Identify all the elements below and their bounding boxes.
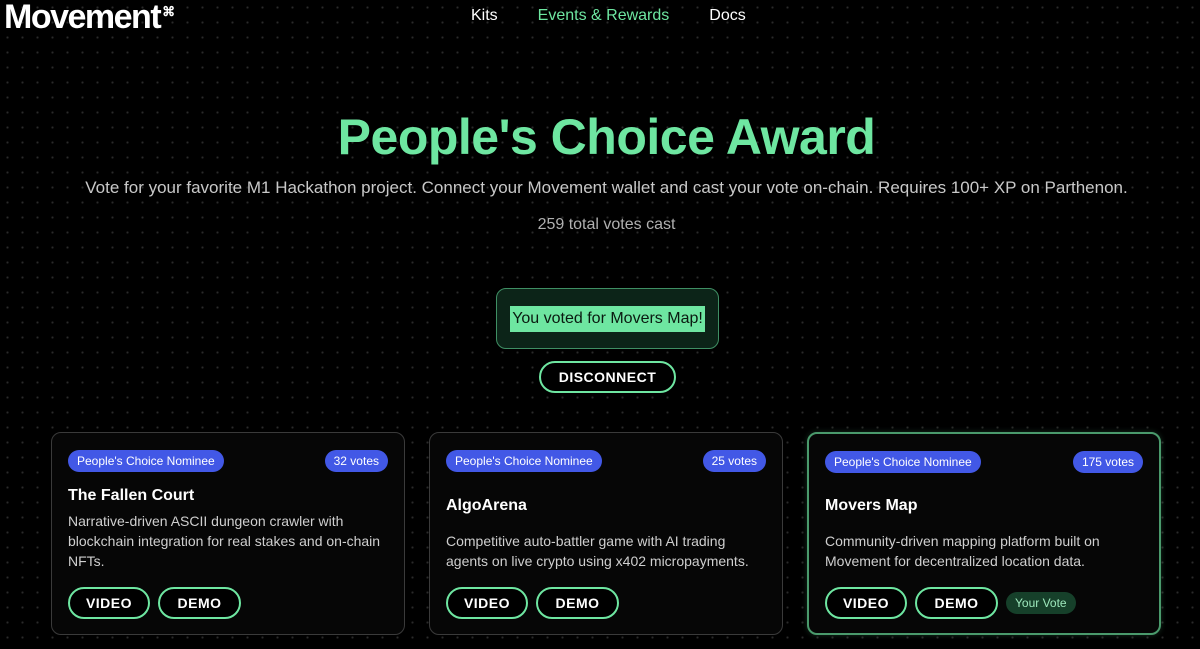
video-button[interactable]: VIDEO: [68, 587, 150, 619]
logo-mark-icon: ⌘: [162, 4, 176, 19]
nav-kits[interactable]: Kits: [471, 7, 498, 25]
vote-count-badge: 25 votes: [702, 450, 766, 472]
project-description: Community-driven mapping platform built …: [825, 533, 1100, 569]
total-votes-count: 259 total votes cast: [537, 216, 676, 233]
project-card-algoarena: People's Choice Nominee 25 votes AlgoAre…: [429, 432, 783, 635]
nominee-badge: People's Choice Nominee: [825, 451, 981, 473]
project-title: The Fallen Court: [68, 487, 195, 504]
demo-button[interactable]: DEMO: [536, 587, 619, 619]
movement-logo[interactable]: Movement ⌘: [4, 0, 175, 37]
vote-count-badge: 32 votes: [324, 450, 388, 472]
demo-button[interactable]: DEMO: [915, 587, 998, 619]
video-button[interactable]: VIDEO: [825, 587, 907, 619]
logo-text: Movement: [4, 0, 162, 36]
nominee-badge: People's Choice Nominee: [446, 450, 602, 472]
project-title: AlgoArena: [446, 497, 527, 514]
nominee-badge: People's Choice Nominee: [68, 450, 224, 472]
project-title: Movers Map: [825, 497, 918, 514]
vote-confirmation-text: You voted for Movers Map!: [510, 305, 705, 332]
project-description: Narrative-driven ASCII dungeon crawler w…: [68, 513, 381, 569]
disconnect-button[interactable]: DISCONNECT: [539, 361, 676, 393]
page-subtitle: Vote for your favorite M1 Hackathon proj…: [85, 178, 1128, 197]
your-vote-badge: Your Vote: [1006, 592, 1076, 614]
vote-count-badge: 175 votes: [1072, 451, 1143, 473]
nav-events-rewards[interactable]: Events & Rewards: [538, 7, 670, 25]
project-description: Competitive auto-battler game with AI tr…: [446, 533, 749, 569]
project-card-the-fallen-court: People's Choice Nominee 32 votes The Fal…: [51, 432, 405, 635]
nav-docs[interactable]: Docs: [709, 7, 745, 25]
demo-button[interactable]: DEMO: [158, 587, 241, 619]
page-title: People's Choice Award: [337, 109, 876, 165]
project-card-movers-map: People's Choice Nominee 175 votes Movers…: [807, 432, 1161, 635]
video-button[interactable]: VIDEO: [446, 587, 528, 619]
vote-confirmation-box: You voted for Movers Map!: [496, 288, 719, 349]
main-nav: Kits Events & Rewards Docs: [471, 7, 746, 25]
